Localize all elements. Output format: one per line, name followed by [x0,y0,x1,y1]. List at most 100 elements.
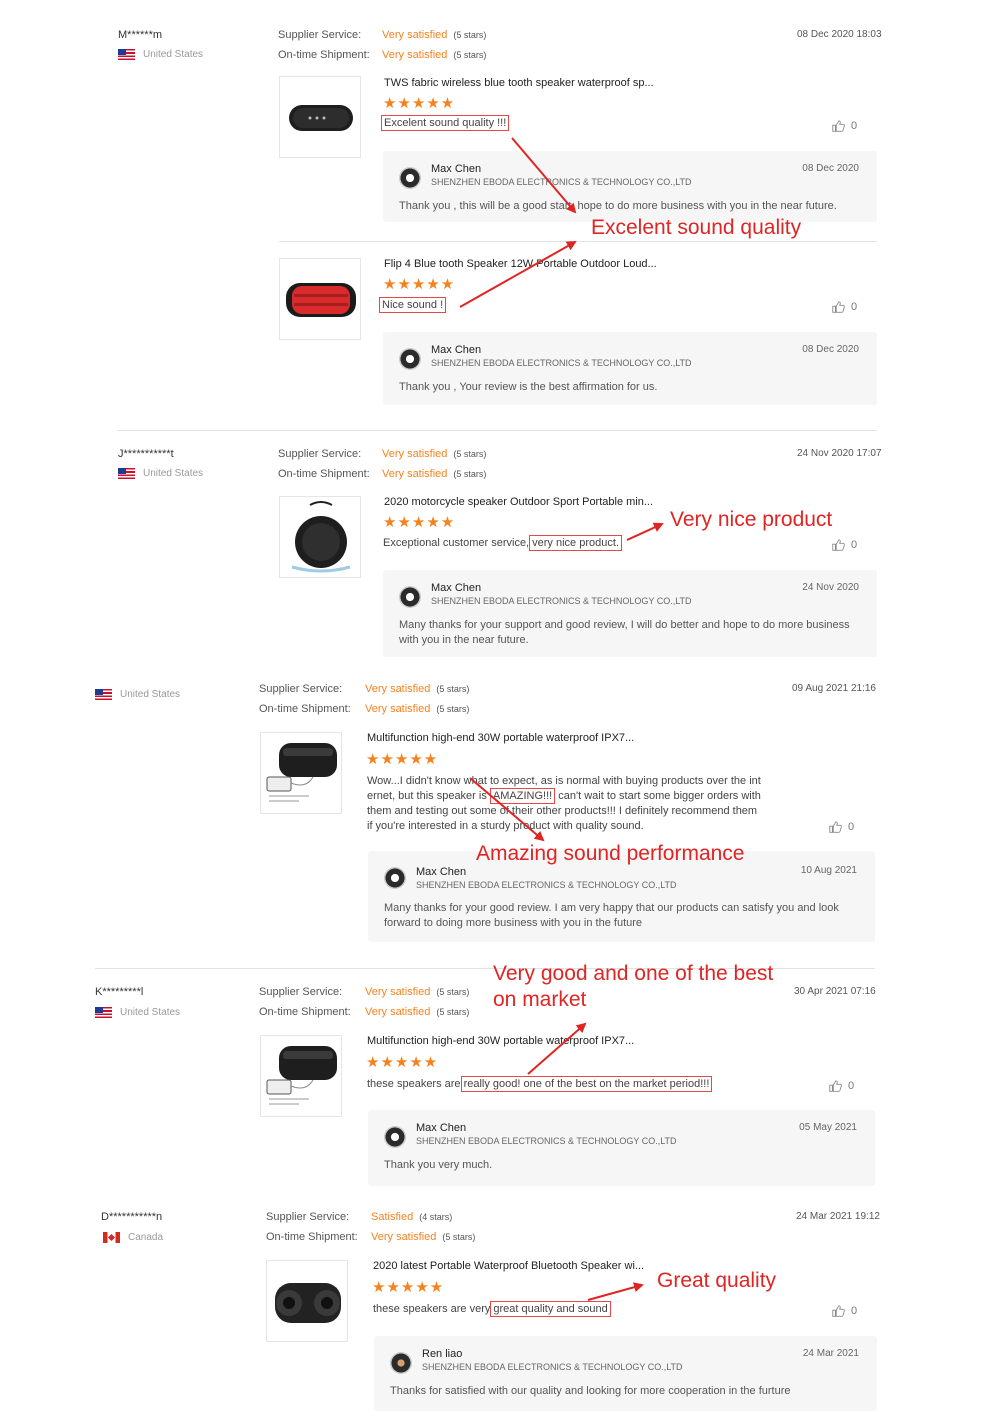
seller-avatar [399,348,421,370]
seller-company: SHENZHEN EBODA ELECTRONICS & TECHNOLOGY … [431,596,692,606]
reply-text: Many thanks for your good review. I am v… [384,902,839,929]
shipment-rating: Very satisfied (5 stars) [365,1006,470,1018]
canada-flag-icon [103,1232,120,1243]
review-date: 09 Aug 2021 21:16 [792,683,876,694]
product-thumbnail[interactable] [260,732,342,814]
seller-name: Max Chen [431,163,482,175]
shipment-rating: Very satisfied (5 stars) [382,49,487,61]
product-thumbnail[interactable] [279,258,361,340]
shipment-rating: Very satisfied (5 stars) [371,1231,476,1243]
divider [279,241,877,242]
speaker-image-icon [291,501,351,573]
callout-best-on-market-line-1: Very good and one of the best [493,962,774,985]
reply-text: Thanks for satisfied with our quality an… [390,1385,791,1397]
seller-reply: Max Chen SHENZHEN EBODA ELECTRONICS & TE… [368,1110,875,1186]
like-count: 0 [851,301,858,313]
seller-name: Max Chen [416,1122,467,1134]
star-rating: ★★★★★ [366,751,439,768]
thumbs-up-icon [832,1305,845,1317]
supplier-service-label: Supplier Service: [259,683,343,695]
like-button[interactable]: 0 [828,820,854,834]
product-name[interactable]: 2020 motorcycle speaker Outdoor Sport Po… [384,496,653,508]
product-name[interactable]: Flip 4 Blue tooth Speaker 12W Portable O… [384,258,657,270]
reply-text: Thank you , Your review is the best affi… [399,381,658,393]
product-thumbnail[interactable] [279,496,361,578]
like-count: 0 [851,539,858,551]
product-name[interactable]: 2020 latest Portable Waterproof Bluetoot… [373,1260,644,1272]
reply-date: 10 Aug 2021 [800,865,857,876]
reply-date: 24 Nov 2020 [802,582,859,593]
product-thumbnail[interactable] [279,76,361,158]
seller-name: Max Chen [416,866,467,878]
reply-date: 08 Dec 2020 [802,344,859,355]
review-date: 24 Mar 2021 19:12 [796,1211,880,1222]
thumbs-up-icon [832,120,845,132]
like-count: 0 [851,1305,858,1317]
supplier-service-rating: Very satisfied (5 stars) [365,683,470,695]
arrow-3 [626,522,664,541]
seller-avatar [399,167,421,189]
seller-reply: Max Chen SHENZHEN EBODA ELECTRONICS & TE… [383,332,877,405]
callout-great-quality: Great quality [657,1269,777,1292]
callout-amazing-sound: Amazing sound performance [476,842,745,865]
review-date: 08 Dec 2020 18:03 [797,29,882,40]
buyer-country: Canada [128,1232,164,1243]
buyer-name: K*********l [95,986,144,998]
like-button[interactable]: 0 [831,300,857,314]
shipment-label: On-time Shipment: [266,1231,358,1243]
reply-date: 24 Mar 2021 [802,1348,859,1359]
star-rating: ★★★★★ [372,1279,445,1296]
shipment-label: On-time Shipment: [278,49,370,61]
seller-reply: Max Chen SHENZHEN EBODA ELECTRONICS & TE… [383,151,877,222]
thumbs-up-icon [829,821,842,833]
supplier-service-label: Supplier Service: [266,1211,350,1223]
review-text: Exceptional customer service, very nice p… [383,535,622,551]
review-text: these speakers are very great quality and… [373,1301,611,1317]
like-count: 0 [848,1080,855,1092]
speaker-image-icon [286,283,356,317]
supplier-service-label: Supplier Service: [278,29,362,41]
product-name[interactable]: TWS fabric wireless blue tooth speaker w… [384,77,654,89]
supplier-service-rating: Very satisfied (5 stars) [365,986,470,998]
star-rating: ★★★★★ [383,276,456,293]
thumbs-up-icon [832,539,845,551]
speaker-image-icon [289,105,353,131]
seller-avatar [390,1352,412,1374]
seller-name: Max Chen [431,344,482,356]
like-button[interactable]: 0 [831,1304,857,1318]
star-rating: ★★★★★ [383,95,456,112]
review-text: Nice sound ! [379,297,447,313]
us-flag-icon [95,689,112,700]
callout-best-on-market-line-2: on market [493,988,587,1011]
buyer-country: United States [143,49,204,60]
review-date: 24 Nov 2020 17:07 [797,448,882,459]
product-thumbnail[interactable] [266,1260,348,1342]
supplier-service-label: Supplier Service: [259,986,343,998]
buyer-name: J***********t [118,448,174,460]
shipment-rating: Very satisfied (5 stars) [382,468,487,480]
product-name[interactable]: Multifunction high-end 30W portable wate… [367,1035,634,1047]
speaker-image-icon [266,1046,337,1105]
supplier-service-rating: Satisfied (4 stars) [371,1211,453,1223]
seller-name: Ren liao [422,1348,463,1360]
product-name[interactable]: Multifunction high-end 30W portable wate… [367,732,634,744]
shipment-label: On-time Shipment: [278,468,370,480]
seller-company: SHENZHEN EBODA ELECTRONICS & TECHNOLOGY … [416,1136,677,1146]
like-count: 0 [848,821,855,833]
supplier-service-rating: Very satisfied (5 stars) [382,448,487,460]
arrow-5 [527,1022,587,1075]
product-thumbnail[interactable] [260,1035,342,1117]
star-rating: ★★★★★ [383,514,456,531]
like-button[interactable]: 0 [831,119,857,133]
seller-avatar [399,586,421,608]
buyer-country: United States [120,1007,181,1018]
speaker-image-icon [266,743,337,802]
like-button[interactable]: 0 [828,1079,854,1093]
review-text: Wow...I didn't know what to expect, as i… [367,775,761,832]
seller-avatar [384,1126,406,1148]
like-button[interactable]: 0 [831,538,857,552]
seller-company: SHENZHEN EBODA ELECTRONICS & TECHNOLOGY … [431,177,692,187]
review-text: Excelent sound quality !!! [381,115,510,131]
review-divider [118,430,877,431]
reply-text: Thank you very much. [384,1159,493,1171]
